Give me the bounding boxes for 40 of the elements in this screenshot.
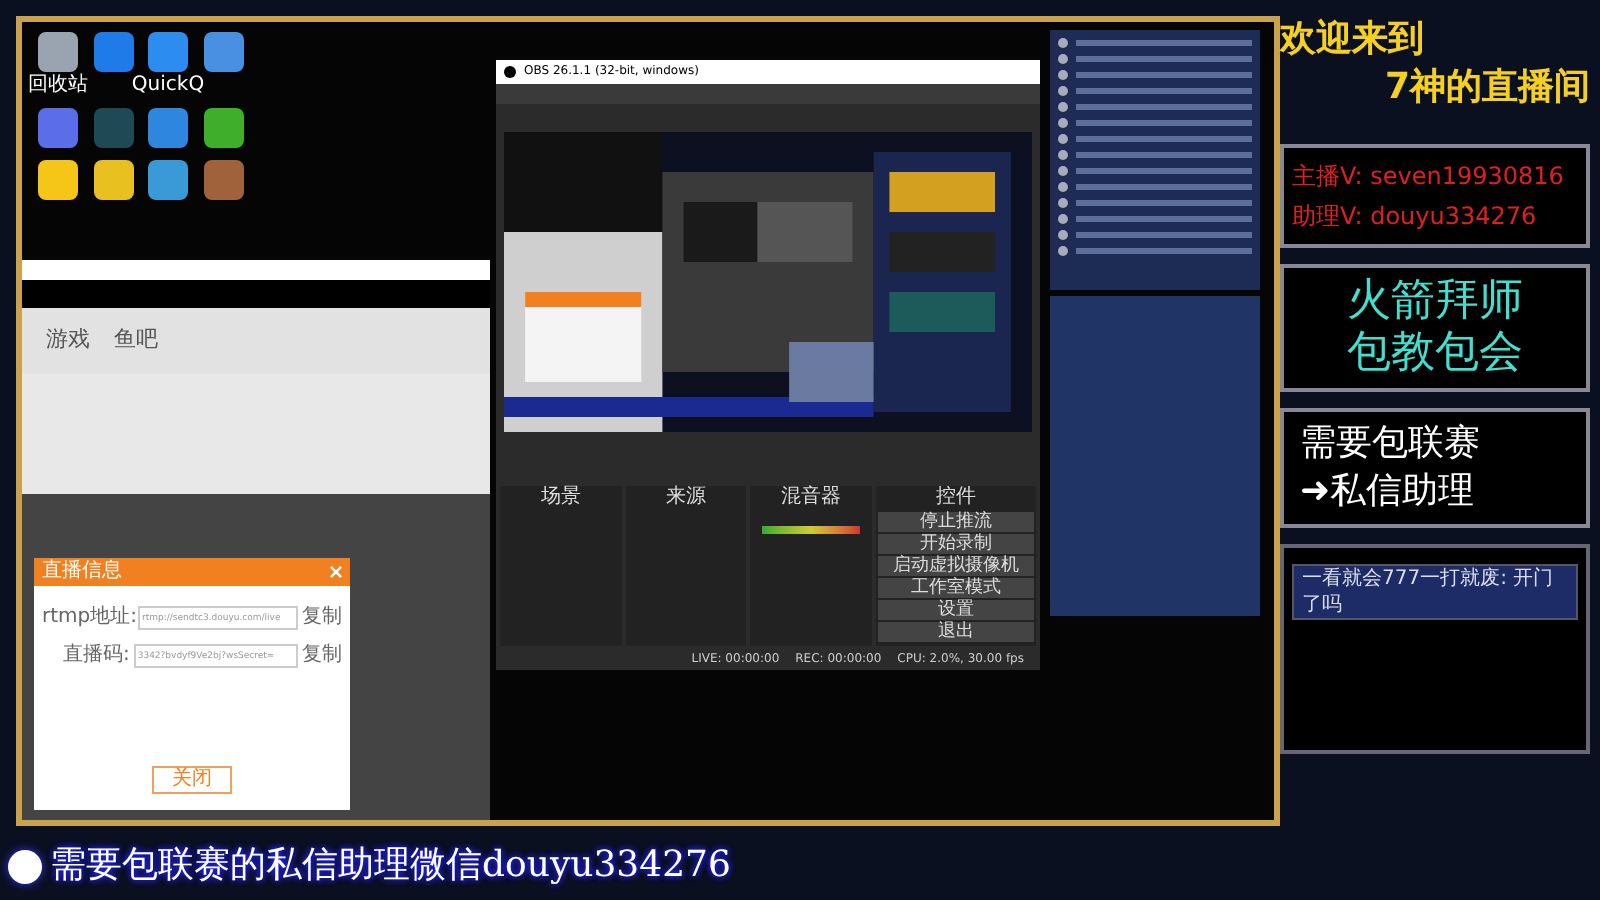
nav-link[interactable]: 游戏	[46, 324, 90, 357]
control-button[interactable]: 停止推流	[878, 512, 1035, 532]
field-label: 直播码:	[60, 641, 130, 670]
league-text: 需要包联赛	[1300, 420, 1482, 468]
copy-link[interactable]: 复制	[302, 602, 342, 632]
close-icon[interactable]	[330, 566, 342, 578]
control-button[interactable]: 设置	[878, 600, 1035, 620]
app-icon[interactable]	[93, 160, 133, 200]
app-icon[interactable]	[148, 160, 188, 200]
dock-title: 场景	[540, 486, 581, 510]
volume-meter	[762, 526, 860, 534]
app-icon[interactable]	[203, 32, 243, 72]
app-icon[interactable]	[148, 108, 188, 148]
dialog-title: 直播信息	[42, 562, 122, 582]
app-icon[interactable]	[38, 160, 78, 200]
dock-title: 混音器	[781, 486, 842, 510]
promo-text: 火箭拜师	[1347, 276, 1523, 328]
nav-link[interactable]: 鱼吧	[114, 324, 158, 357]
league-text: ➜私信助理	[1300, 468, 1476, 516]
control-button[interactable]: 退出	[878, 622, 1035, 642]
field-label: rtmp地址:	[42, 603, 134, 632]
control-button[interactable]: 工作室模式	[878, 578, 1035, 598]
banner-text: 需要包联赛的私信助理微信douyu334276	[50, 848, 731, 884]
promo-text: 包教包会	[1347, 328, 1523, 380]
contact-text: 助理V: douyu334276	[1292, 204, 1539, 228]
app-icon[interactable]	[203, 108, 243, 148]
welcome-title: 欢迎来到	[1280, 16, 1426, 64]
control-button[interactable]: 开始录制	[878, 534, 1035, 554]
app-icon[interactable]	[38, 32, 78, 72]
dock-title: 控件	[936, 486, 977, 510]
app-icon[interactable]	[148, 32, 188, 72]
copy-link[interactable]: 复制	[302, 640, 342, 670]
welcome-title: 7神的直播间	[1384, 64, 1590, 112]
control-button[interactable]: 启动虚拟摄像机	[878, 556, 1035, 576]
icon-label: QuickQ	[131, 74, 205, 96]
contact-text: 主播V: seven19930816	[1292, 164, 1566, 188]
app-logo-icon	[504, 66, 516, 78]
viewer-name: 一看就会777一打就废: 开门了吗	[1292, 564, 1578, 620]
dock-title: 来源	[666, 486, 706, 510]
icon-label: 回收站	[28, 74, 88, 96]
